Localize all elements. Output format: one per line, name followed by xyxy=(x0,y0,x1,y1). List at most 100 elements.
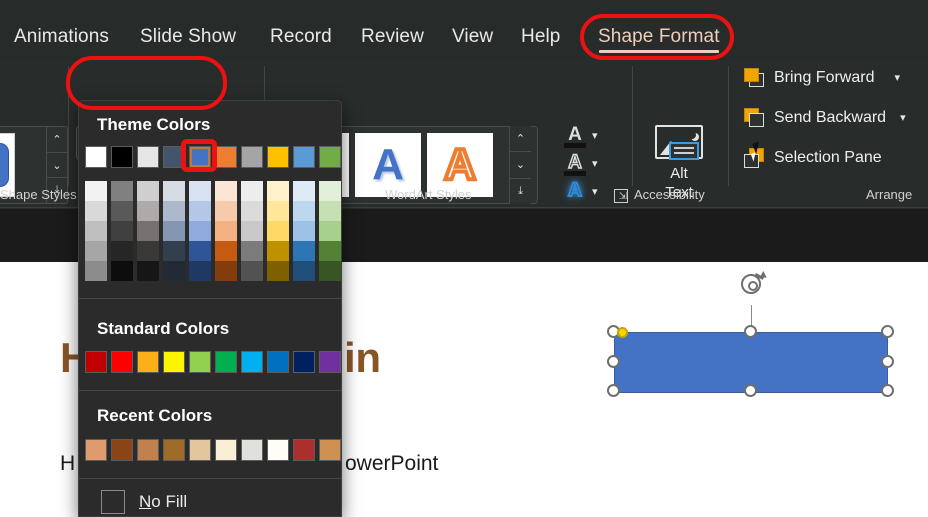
theme-variation-4-2[interactable] xyxy=(163,201,185,221)
chevron-down-icon[interactable]: ▾ xyxy=(894,72,900,84)
recent-swatch-recent-6[interactable] xyxy=(215,439,237,461)
text-fill-button[interactable]: A ▾ xyxy=(563,123,621,150)
theme-variation-3-1[interactable] xyxy=(137,181,159,201)
scroll-down-icon[interactable]: ⌄ xyxy=(510,152,531,179)
standard-swatch-dark-red[interactable] xyxy=(85,351,107,373)
rotate-handle[interactable] xyxy=(738,271,769,299)
theme-swatch-black-text-1[interactable] xyxy=(111,146,133,168)
theme-variation-9-5[interactable] xyxy=(293,261,315,281)
recent-swatch-recent-1[interactable] xyxy=(85,439,107,461)
standard-swatch-orange[interactable] xyxy=(137,351,159,373)
recent-swatch-recent-8[interactable] xyxy=(267,439,289,461)
theme-variation-2-2[interactable] xyxy=(111,201,133,221)
theme-variation-1-4[interactable] xyxy=(85,241,107,261)
theme-variation-5-4[interactable] xyxy=(189,241,211,261)
theme-swatch-orange-accent-2[interactable] xyxy=(215,146,237,168)
theme-variation-5-3[interactable] xyxy=(189,221,211,241)
theme-variation-7-1[interactable] xyxy=(241,181,263,201)
yellow-adjustment-handle[interactable] xyxy=(617,327,628,338)
wordart-scroll-buttons[interactable]: ⌃ ⌄ ⤓ xyxy=(509,126,531,204)
send-backward-button[interactable]: Send Backward ▾ xyxy=(744,108,906,128)
theme-variation-10-2[interactable] xyxy=(319,201,341,221)
theme-swatch-gray-accent-3[interactable] xyxy=(241,146,263,168)
tab-record[interactable]: Record xyxy=(270,14,332,60)
theme-variation-9-3[interactable] xyxy=(293,221,315,241)
theme-variation-1-5[interactable] xyxy=(85,261,107,281)
recent-swatch-recent-5[interactable] xyxy=(189,439,211,461)
recent-swatch-recent-9[interactable] xyxy=(293,439,315,461)
theme-variation-2-5[interactable] xyxy=(111,261,133,281)
theme-variation-9-2[interactable] xyxy=(293,201,315,221)
theme-variation-8-2[interactable] xyxy=(267,201,289,221)
selection-pane-button[interactable]: Selection Pane xyxy=(744,148,882,168)
theme-variation-3-4[interactable] xyxy=(137,241,159,261)
theme-variation-7-3[interactable] xyxy=(241,221,263,241)
theme-variation-5-2[interactable] xyxy=(189,201,211,221)
theme-variation-3-3[interactable] xyxy=(137,221,159,241)
theme-variation-6-4[interactable] xyxy=(215,241,237,261)
theme-variation-1-2[interactable] xyxy=(85,201,107,221)
scroll-up-icon[interactable]: ⌃ xyxy=(510,126,531,153)
theme-variation-3-5[interactable] xyxy=(137,261,159,281)
theme-variation-4-4[interactable] xyxy=(163,241,185,261)
theme-variation-6-3[interactable] xyxy=(215,221,237,241)
chevron-down-icon[interactable]: ▾ xyxy=(592,187,598,198)
handle-top-right[interactable] xyxy=(881,325,894,338)
theme-swatch-dark-blue-text-2[interactable] xyxy=(163,146,185,168)
theme-variation-9-1[interactable] xyxy=(293,181,315,201)
standard-swatch-purple[interactable] xyxy=(319,351,341,373)
chevron-down-icon[interactable]: ▾ xyxy=(592,159,598,170)
handle-top-center[interactable] xyxy=(744,325,757,338)
theme-variation-7-2[interactable] xyxy=(241,201,263,221)
slide-subtitle-right[interactable]: owerPoint xyxy=(345,452,438,476)
scroll-down-icon[interactable]: ⌄ xyxy=(47,153,67,179)
tab-view[interactable]: View xyxy=(452,14,493,60)
standard-swatch-yellow[interactable] xyxy=(163,351,185,373)
theme-variation-10-4[interactable] xyxy=(319,241,341,261)
more-wordart-icon[interactable]: ⤓ xyxy=(510,179,531,204)
recent-swatch-recent-2[interactable] xyxy=(111,439,133,461)
text-effects-button[interactable]: A ▾ xyxy=(563,179,621,206)
theme-variation-2-1[interactable] xyxy=(111,181,133,201)
theme-variation-6-2[interactable] xyxy=(215,201,237,221)
theme-variation-10-5[interactable] xyxy=(319,261,341,281)
theme-swatch-blue-accent-5[interactable] xyxy=(293,146,315,168)
theme-swatch-white-background-1[interactable] xyxy=(85,146,107,168)
theme-variation-9-4[interactable] xyxy=(293,241,315,261)
recent-swatch-recent-3[interactable] xyxy=(137,439,159,461)
no-fill-menu-item[interactable]: No Fill xyxy=(79,485,341,516)
theme-variation-5-1[interactable] xyxy=(189,181,211,201)
standard-swatch-dark-blue[interactable] xyxy=(293,351,315,373)
standard-swatch-light-green[interactable] xyxy=(189,351,211,373)
handle-middle-right[interactable] xyxy=(881,355,894,368)
theme-variation-4-5[interactable] xyxy=(163,261,185,281)
tab-shape-format[interactable]: Shape Format xyxy=(598,14,720,60)
standard-swatch-red[interactable] xyxy=(111,351,133,373)
bring-forward-button[interactable]: Bring Forward ▾ xyxy=(744,68,900,88)
chevron-down-icon[interactable]: ▾ xyxy=(592,131,598,142)
theme-swatch-green-accent-6[interactable] xyxy=(319,146,341,168)
handle-bottom-center[interactable] xyxy=(744,384,757,397)
handle-bottom-right[interactable] xyxy=(881,384,894,397)
theme-swatch-light-gray-background-2[interactable] xyxy=(137,146,159,168)
theme-variation-2-4[interactable] xyxy=(111,241,133,261)
recent-swatch-recent-7[interactable] xyxy=(241,439,263,461)
theme-swatch-blue-accent-1[interactable] xyxy=(189,146,211,168)
handle-bottom-left[interactable] xyxy=(607,384,620,397)
theme-variation-6-5[interactable] xyxy=(215,261,237,281)
theme-variation-3-2[interactable] xyxy=(137,201,159,221)
theme-variation-10-1[interactable] xyxy=(319,181,341,201)
theme-variation-7-4[interactable] xyxy=(241,241,263,261)
theme-swatch-gold-accent-4[interactable] xyxy=(267,146,289,168)
theme-variation-8-4[interactable] xyxy=(267,241,289,261)
recent-swatch-recent-4[interactable] xyxy=(163,439,185,461)
standard-swatch-blue[interactable] xyxy=(267,351,289,373)
theme-variation-8-1[interactable] xyxy=(267,181,289,201)
theme-variation-5-5[interactable] xyxy=(189,261,211,281)
wordart-dialog-launcher-icon[interactable]: ⇲ xyxy=(614,189,628,203)
theme-variation-1-3[interactable] xyxy=(85,221,107,241)
tab-review[interactable]: Review xyxy=(361,14,424,60)
text-outline-button[interactable]: A ▾ xyxy=(563,151,621,178)
slide-subtitle-left[interactable]: H xyxy=(60,452,75,476)
chevron-down-icon[interactable]: ▾ xyxy=(900,112,906,124)
